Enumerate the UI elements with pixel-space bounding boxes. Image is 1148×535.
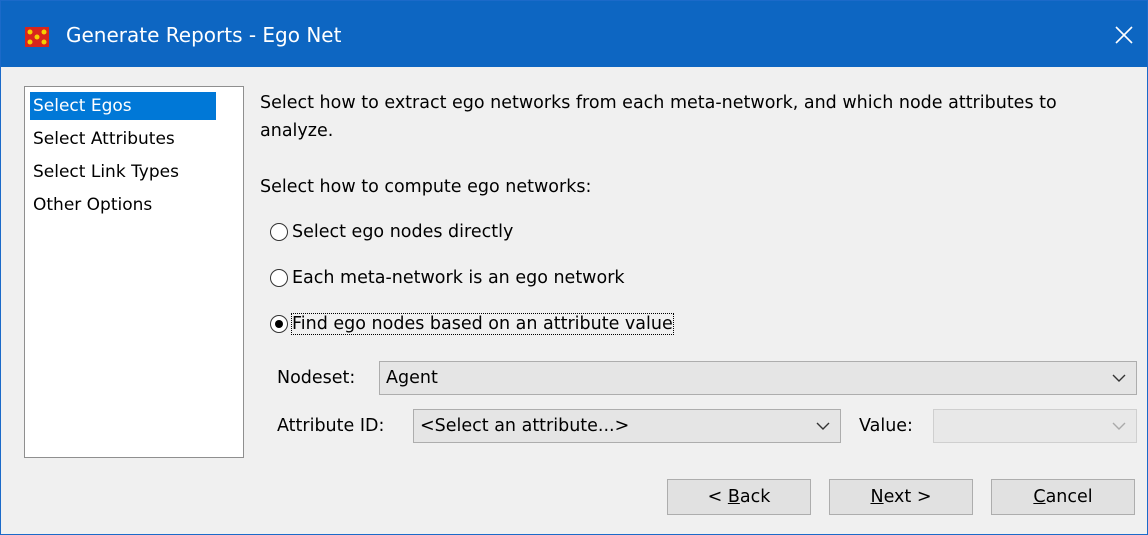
chevron-down-icon [1112,374,1126,382]
back-rest: ack [739,487,771,507]
nav-item-select-attributes[interactable]: Select Attributes [30,125,175,153]
nav-item-select-egos[interactable]: Select Egos [30,92,216,120]
value-label: Value: [859,416,913,436]
step-list: Select Egos Select Attributes Select Lin… [24,86,244,458]
cancel-rest: ancel [1045,487,1093,507]
radio-label: Each meta-network is an ego network [292,268,625,288]
chevron-down-icon [1112,422,1126,430]
compute-method-heading: Select how to compute ego networks: [260,177,592,197]
attribute-id-label: Attribute ID: [277,416,385,436]
option-select-ego-nodes[interactable]: Select ego nodes directly [270,217,513,247]
radio-button[interactable] [270,315,288,333]
cancel-button[interactable]: Cancel [991,479,1135,515]
option-each-meta-network[interactable]: Each meta-network is an ego network [270,263,625,293]
back-mnemonic: B [727,487,740,507]
value-select[interactable] [933,409,1137,443]
attribute-id-select[interactable]: <Select an attribute...> [413,409,841,443]
nav-item-other-options[interactable]: Other Options [30,191,152,219]
back-button[interactable]: < Back [667,479,811,515]
nav-item-select-link-types[interactable]: Select Link Types [30,158,179,186]
nodeset-select[interactable]: Agent [379,361,1137,395]
step-description: Select how to extract ego networks from … [260,93,1057,141]
back-prefix: < [707,487,728,507]
nodeset-label: Nodeset: [277,368,356,388]
option-find-by-attribute[interactable]: Find ego nodes based on an attribute val… [270,309,674,339]
chevron-down-icon [816,422,830,430]
attribute-id-value: <Select an attribute...> [420,416,630,436]
dialog-window: Generate Reports - Ego Net Select Egos S… [0,0,1148,535]
radio-label: Select ego nodes directly [292,222,514,242]
radio-button[interactable] [270,269,288,287]
radio-label: Find ego nodes based on an attribute val… [291,313,674,335]
ora-app-icon [25,27,49,47]
cancel-mnemonic: C [1033,487,1046,507]
next-rest: ext > [883,487,932,507]
nodeset-value: Agent [386,368,438,388]
close-button[interactable] [1101,13,1147,57]
next-button[interactable]: Next > [829,479,973,515]
next-mnemonic: N [870,487,884,507]
window-title: Generate Reports - Ego Net [66,23,342,47]
radio-button[interactable] [270,223,288,241]
title-bar: Generate Reports - Ego Net [1,1,1147,67]
close-icon [1115,26,1133,44]
